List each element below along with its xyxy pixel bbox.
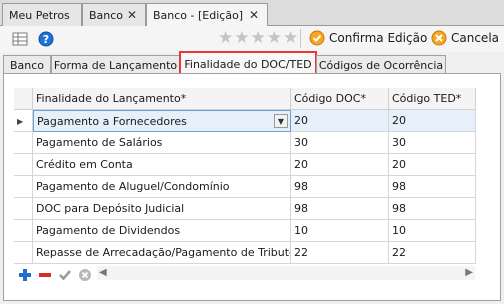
cancel-circle-icon [431, 30, 447, 46]
grid-header-row: Finalidade do Lançamento* Código DOC* Có… [14, 88, 476, 110]
row-indicator-cell [14, 176, 33, 198]
header-indicator-cell [14, 88, 33, 110]
finalidade-select[interactable]: Pagamento a Fornecedores ▼ [33, 110, 291, 132]
codigo-doc-cell[interactable]: 22 [291, 242, 389, 264]
codigo-doc-cell[interactable]: 20 [291, 110, 389, 132]
finalidade-cell[interactable]: Pagamento de Dividendos [33, 220, 291, 242]
doc-tab-label: Banco [89, 9, 124, 22]
row-pointer-icon: ▶ [17, 117, 24, 126]
table-row[interactable]: ▶ Pagamento a Fornecedores ▼ 20 20 [14, 110, 476, 132]
column-header-codigo-doc[interactable]: Código DOC* [291, 88, 389, 110]
table-row[interactable]: Crédito em Conta 20 20 [14, 154, 476, 176]
codigo-ted-cell[interactable]: 98 [389, 176, 476, 198]
finalidade-cell[interactable]: Pagamento de Salários [33, 132, 291, 154]
codigo-ted-cell[interactable]: 30 [389, 132, 476, 154]
codigo-ted-cell[interactable]: 22 [389, 242, 476, 264]
cell-text: Pagamento a Fornecedores [37, 115, 187, 128]
cancel-label: Cancela [451, 31, 500, 45]
tab-forma-de-lancamento[interactable]: Forma de Lançamento [51, 55, 180, 74]
scroll-left-icon[interactable]: ◀ [99, 267, 107, 278]
table-row[interactable]: Pagamento de Dividendos 10 10 [14, 220, 476, 242]
doc-tab-banco-edicao[interactable]: Banco - [Edição] ✕ [146, 3, 268, 27]
codigo-doc-cell[interactable]: 98 [291, 176, 389, 198]
doc-tab-meu-petros[interactable]: Meu Petros [2, 3, 82, 26]
check-icon[interactable] [58, 268, 72, 282]
section-tab-bar: Banco Forma de Lançamento Finalidade do … [0, 51, 504, 75]
finalidade-cell[interactable]: Pagamento de Aluguel/Condomínio [33, 176, 291, 198]
column-header-finalidade[interactable]: Finalidade do Lançamento* [33, 88, 291, 110]
codigo-ted-cell[interactable]: 10 [389, 220, 476, 242]
confirm-edit-label: Confirma Edição [329, 31, 428, 45]
finalidade-cell[interactable]: Repasse de Arrecadação/Pagamento de Trib… [33, 242, 291, 264]
doc-tab-banco[interactable]: Banco ✕ [82, 3, 146, 26]
confirm-edit-button[interactable]: Confirma Edição [309, 30, 427, 48]
tab-label: Finalidade do DOC/TED [184, 58, 312, 71]
tab-label: Códigos de Ocorrência [318, 59, 444, 72]
add-row-icon[interactable] [18, 268, 32, 282]
doc-tab-label: Meu Petros [9, 9, 70, 22]
row-indicator-cell [14, 198, 33, 220]
codigo-ted-cell[interactable]: 20 [389, 154, 476, 176]
table-row[interactable]: Repasse de Arrecadação/Pagamento de Trib… [14, 242, 476, 264]
codigo-doc-cell[interactable]: 30 [291, 132, 389, 154]
close-icon[interactable]: ✕ [127, 8, 137, 22]
remove-row-icon[interactable] [38, 268, 52, 282]
codigo-ted-cell[interactable]: 20 [389, 110, 476, 132]
cancel-button[interactable]: Cancela [431, 30, 501, 48]
check-circle-icon [309, 30, 325, 46]
codigo-doc-cell[interactable]: 98 [291, 198, 389, 220]
codigo-ted-cell[interactable]: 98 [389, 198, 476, 220]
chevron-down-icon[interactable]: ▼ [274, 114, 288, 128]
rating-stars[interactable]: ★★★★★ [218, 30, 299, 47]
row-indicator-cell [14, 132, 33, 154]
tab-finalidade-doc-ted[interactable]: Finalidade do DOC/TED [179, 51, 317, 75]
cancel-edit-icon[interactable] [78, 268, 92, 282]
horizontal-scrollbar[interactable]: ◀ ▶ [97, 266, 475, 280]
grid-view-icon[interactable] [12, 31, 28, 47]
finalidade-cell[interactable]: DOC para Depósito Judicial [33, 198, 291, 220]
table-row[interactable]: Pagamento de Aluguel/Condomínio 98 98 [14, 176, 476, 198]
row-indicator-cell [14, 220, 33, 242]
svg-text:?: ? [43, 33, 49, 46]
column-header-codigo-ted[interactable]: Código TED* [389, 88, 476, 110]
row-indicator-cell [14, 242, 33, 264]
tab-codigos-de-ocorrencia[interactable]: Códigos de Ocorrência [316, 55, 446, 74]
codigo-doc-cell[interactable]: 20 [291, 154, 389, 176]
toolbar-separator [300, 29, 301, 48]
codigo-doc-cell[interactable]: 10 [291, 220, 389, 242]
tab-label: Banco [9, 59, 45, 72]
row-indicator-cell [14, 154, 33, 176]
row-indicator-cell: ▶ [14, 110, 33, 132]
table-row[interactable]: Pagamento de Salários 30 30 [14, 132, 476, 154]
finalidade-cell[interactable]: Crédito em Conta [33, 154, 291, 176]
close-icon[interactable]: ✕ [249, 8, 259, 22]
scroll-right-icon[interactable]: ▶ [465, 267, 473, 278]
doc-tab-label: Banco - [Edição] [153, 9, 244, 22]
table-row[interactable]: DOC para Depósito Judicial 98 98 [14, 198, 476, 220]
tab-banco[interactable]: Banco [3, 55, 51, 74]
help-icon[interactable]: ? [38, 31, 54, 47]
tab-label: Forma de Lançamento [53, 59, 178, 72]
document-tab-bar: Meu Petros Banco ✕ Banco - [Edição] ✕ [0, 0, 504, 27]
